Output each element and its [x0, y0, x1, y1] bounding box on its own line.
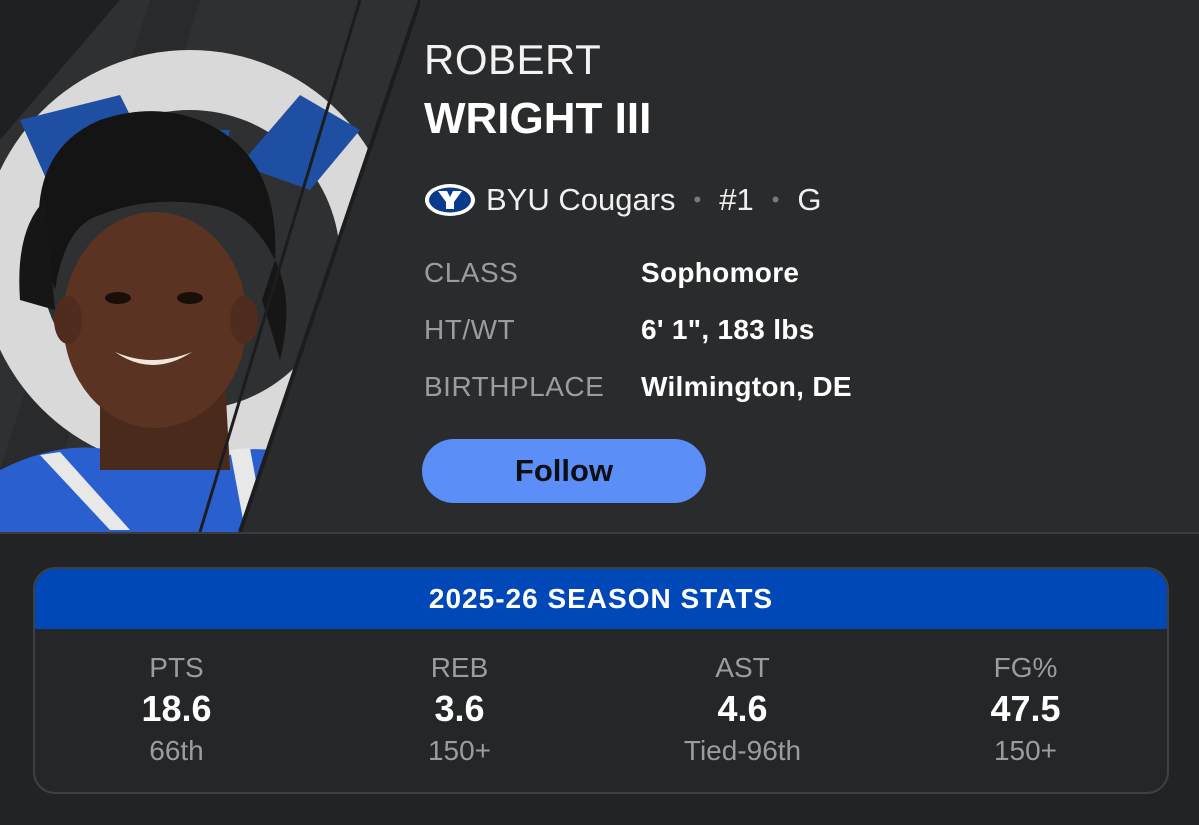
stat-ast: AST 4.6 Tied-96th	[601, 629, 884, 792]
stat-rank: 150+	[993, 735, 1058, 766]
divider	[0, 532, 1199, 534]
player-header: ROBERT WRIGHT III BYU Cougars • #1 • G C…	[0, 0, 1199, 532]
stat-rank: 150+	[427, 735, 492, 766]
info-label: HT/WT	[424, 314, 516, 345]
player-profile-page: ROBERT WRIGHT III BYU Cougars • #1 • G C…	[0, 0, 1199, 825]
season-stats-title: 2025-26 SEASON STATS	[35, 569, 1167, 629]
stat-rank: Tied-96th	[683, 735, 802, 766]
info-value: Sophomore	[641, 257, 800, 288]
separator-dot: •	[693, 187, 702, 212]
player-photo	[0, 0, 420, 532]
stat-value: 3.6	[434, 688, 485, 729]
season-stats-card: 2025-26 SEASON STATS PTS 18.6 66th REB 3…	[33, 567, 1169, 794]
stat-rank: 66th	[149, 735, 204, 766]
info-label: CLASS	[424, 257, 519, 288]
stat-fg-pct: FG% 47.5 150+	[884, 629, 1167, 792]
stat-value: 18.6	[141, 688, 212, 729]
separator-dot: •	[771, 187, 780, 212]
player-last-name: WRIGHT III	[424, 94, 652, 143]
stat-value: 4.6	[717, 688, 768, 729]
info-row-class: CLASS Sophomore	[424, 253, 799, 293]
stat-value: 47.5	[990, 688, 1061, 729]
stat-pts: PTS 18.6 66th	[35, 629, 318, 792]
stat-label: PTS	[149, 652, 204, 683]
player-first-name: ROBERT	[424, 36, 602, 83]
byu-logo-icon[interactable]	[424, 183, 476, 217]
stat-label: FG%	[993, 652, 1058, 683]
team-line: BYU Cougars • #1 • G	[424, 178, 822, 222]
jersey-number: #1	[719, 182, 754, 217]
team-name-link[interactable]: BYU Cougars	[486, 182, 676, 218]
player-position: G	[797, 182, 822, 217]
info-row-height-weight: HT/WT 6' 1", 183 lbs	[424, 310, 815, 350]
info-value: 6' 1", 183 lbs	[641, 314, 815, 345]
follow-button[interactable]: Follow	[422, 439, 706, 503]
info-label: BIRTHPLACE	[424, 371, 605, 402]
info-value: Wilmington, DE	[641, 371, 852, 402]
stat-reb: REB 3.6 150+	[318, 629, 601, 792]
stats-grid: PTS 18.6 66th REB 3.6 150+ AST 4.6 Tied-…	[35, 629, 1167, 792]
stat-label: AST	[715, 652, 770, 683]
stat-label: REB	[430, 652, 489, 683]
info-row-birthplace: BIRTHPLACE Wilmington, DE	[424, 367, 852, 407]
